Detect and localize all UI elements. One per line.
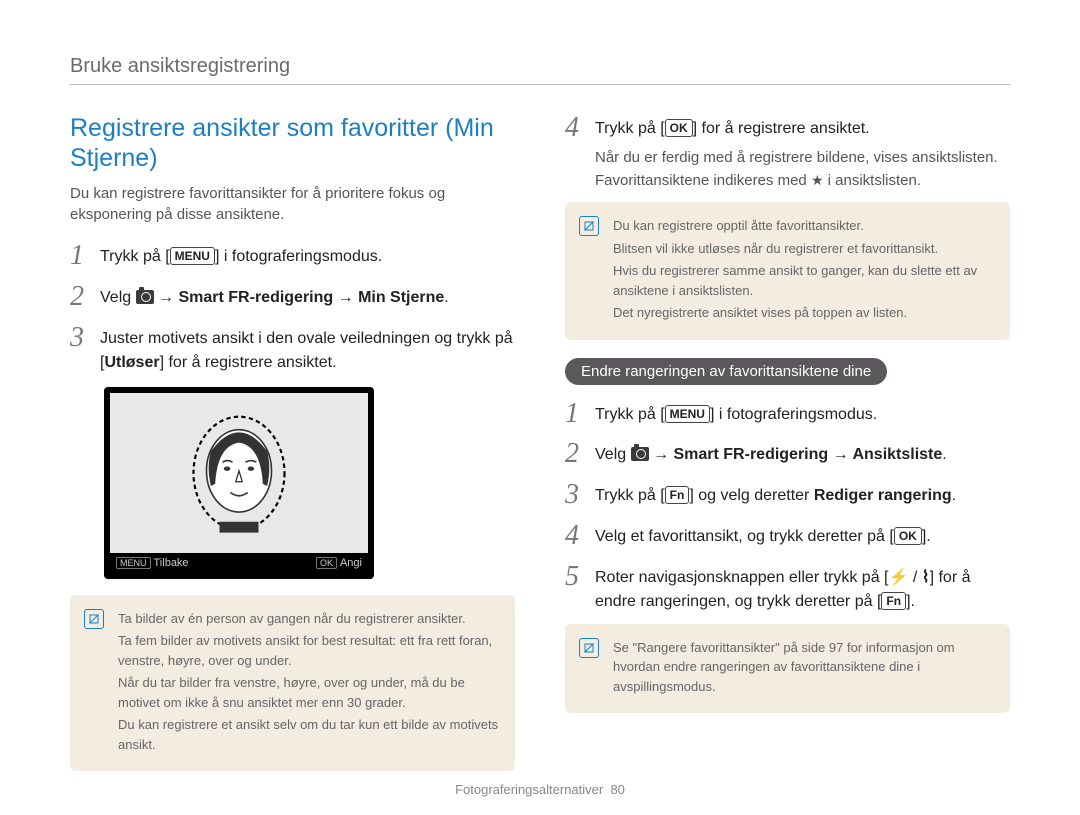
step-text: Velg et favorittansikt, og trykk derette… xyxy=(595,521,931,549)
info-note-left: Ta bilder av én person av gangen når du … xyxy=(70,595,515,772)
menu-btn-icon: MENU xyxy=(116,557,151,569)
step-number: 3 xyxy=(70,323,100,354)
step-text: Velg → Smart FR-redigering → Min Stjerne… xyxy=(100,282,449,310)
screen-footer: MENUTilbake OKAngi xyxy=(110,553,368,573)
step-number: 3 xyxy=(565,480,595,511)
step-number: 4 xyxy=(565,113,595,144)
step-text: Juster motivets ansikt i den ovale veile… xyxy=(100,323,515,375)
step-number: 2 xyxy=(70,282,100,313)
r-step-1: 1 Trykk på [MENU] i fotograferingsmodus. xyxy=(565,399,1010,430)
flash-icon: ⚡ xyxy=(889,569,909,586)
step-number: 4 xyxy=(565,521,595,552)
info-note-right-2: Se "Rangere favorittansikter" på side 97… xyxy=(565,624,1010,714)
left-column: Registrere ansikter som favoritter (Min … xyxy=(70,113,515,771)
step-text: Velg → Smart FR-redigering → Ansiktslist… xyxy=(595,439,947,467)
step-4: 4 Trykk på [OK] for å registrere ansikte… xyxy=(565,113,1010,192)
face-preview xyxy=(110,393,368,553)
step-text: Trykk på [MENU] i fotograferingsmodus. xyxy=(595,399,877,427)
section-title: Registrere ansikter som favoritter (Min … xyxy=(70,113,515,173)
step-text: Trykk på [Fn] og velg deretter Rediger r… xyxy=(595,480,956,508)
r-step-5: 5 Roter navigasjonsknappen eller trykk p… xyxy=(565,562,1010,614)
camera-icon xyxy=(136,290,154,304)
info-note-right-1: Du kan registrere opptil åtte favorittan… xyxy=(565,202,1010,340)
page-footer: Fotograferingsalternativer 80 xyxy=(0,782,1080,797)
fn-button-label: Fn xyxy=(665,486,690,504)
face-registration-screen: MENUTilbake OKAngi xyxy=(104,387,374,579)
r-step-3: 3 Trykk på [Fn] og velg deretter Rediger… xyxy=(565,480,1010,511)
camera-icon xyxy=(631,447,649,461)
menu-button-label: MENU xyxy=(665,405,710,423)
note-icon xyxy=(579,638,599,658)
wifi-icon: ⌇ xyxy=(922,569,930,586)
sub-section-header: Endre rangeringen av favorittansiktene d… xyxy=(565,358,887,385)
ok-btn-icon: OK xyxy=(316,557,337,569)
note-icon xyxy=(579,216,599,236)
step-text: Trykk på [MENU] i fotograferingsmodus. xyxy=(100,241,382,269)
step-number: 5 xyxy=(565,562,595,593)
r-step-4: 4 Velg et favorittansikt, og trykk deret… xyxy=(565,521,1010,552)
menu-button-label: MENU xyxy=(170,247,215,265)
content-columns: Registrere ansikter som favoritter (Min … xyxy=(70,113,1010,771)
step-3: 3 Juster motivets ansikt i den ovale vei… xyxy=(70,323,515,375)
ok-button-label: OK xyxy=(665,119,693,137)
face-illustration xyxy=(174,408,304,538)
step-1: 1 Trykk på [MENU] i fotograferingsmodus. xyxy=(70,241,515,272)
step-number: 1 xyxy=(565,399,595,430)
step-text: Roter navigasjonsknappen eller trykk på … xyxy=(595,562,1010,614)
step-2: 2 Velg → Smart FR-redigering → Min Stjer… xyxy=(70,282,515,313)
star-icon: ★ xyxy=(811,172,824,188)
intro-text: Du kan registrere favorittansikter for å… xyxy=(70,183,515,225)
r-step-2: 2 Velg → Smart FR-redigering → Ansiktsli… xyxy=(565,439,1010,470)
right-column: 4 Trykk på [OK] for å registrere ansikte… xyxy=(565,113,1010,771)
fn-button-label: Fn xyxy=(881,592,906,610)
step-text: Trykk på [OK] for å registrere ansiktet.… xyxy=(595,113,998,192)
ok-button-label: OK xyxy=(894,527,922,545)
page-header: Bruke ansiktsregistrering xyxy=(70,55,1010,85)
step-number: 1 xyxy=(70,241,100,272)
step-number: 2 xyxy=(565,439,595,470)
note-icon xyxy=(84,609,104,629)
